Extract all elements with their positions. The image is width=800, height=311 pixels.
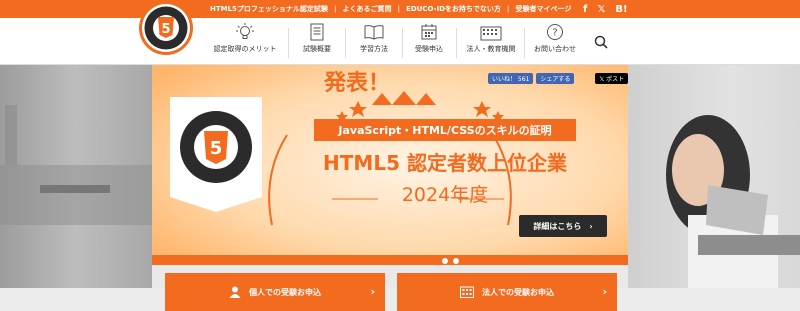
cta-label: 法人での受験お申込 (482, 287, 554, 297)
divider (402, 28, 403, 58)
divider: | (397, 5, 401, 13)
x-post-button[interactable]: 𝕏 ポスト (595, 73, 628, 84)
calendar-icon (420, 22, 438, 42)
nav-item-exam-overview[interactable]: 試験概要 (292, 22, 342, 62)
hero-background-left (0, 65, 152, 288)
individual-application-button[interactable]: 個人での受験お申込 › (165, 273, 385, 311)
carousel-dot[interactable] (442, 258, 448, 264)
announcement-text: 発表！ (324, 71, 391, 96)
nav-label: 認定取得のメリット (213, 45, 277, 53)
nav-item-merit[interactable]: 認定取得のメリット (205, 22, 285, 62)
sns-links: f 𝕏 B! (583, 0, 628, 18)
hatena-bookmark-icon[interactable]: B! (615, 4, 627, 15)
details-button-label: 詳細はこちら (533, 221, 582, 231)
site-logo[interactable]: 5 (138, 0, 194, 56)
top-link-mypage[interactable]: 受験者マイページ (509, 4, 577, 14)
chevron-right-icon: › (589, 221, 593, 231)
nav-label: 受験申込 (415, 45, 443, 53)
search-icon[interactable] (594, 34, 608, 53)
x-icon[interactable]: 𝕏 (597, 4, 605, 15)
skill-ribbon: JavaScript・HTML/CSSのスキルの証明 (314, 119, 576, 141)
nav-item-application[interactable]: 受験申込 (405, 22, 453, 62)
chevron-right-icon: › (370, 285, 375, 298)
nav-item-corporate[interactable]: 法人・教育機関 (460, 22, 522, 62)
divider: | (333, 5, 337, 13)
cta-label: 個人での受験お申込 (249, 287, 321, 297)
top-link-html5-exam[interactable]: HTML5プロフェッショナル認定試験 (204, 4, 334, 14)
top-bar: HTML5プロフェッショナル認定試験 | よくあるご質問 | EDUCO-IDを… (0, 0, 800, 18)
hero-title: HTML5 認定者数上位企業 (323, 151, 567, 175)
top-link-educo-id[interactable]: EDUCO-IDをお持ちでない方 (400, 4, 507, 14)
svg-text:5: 5 (161, 22, 170, 37)
nav-item-contact[interactable]: ? お問い合わせ (527, 22, 583, 62)
svg-text:5: 5 (210, 138, 223, 159)
hero-carousel: 5 発表！ いいね！ 561 シェアする 𝕏 ポスト JavaScript・HT… (0, 65, 800, 288)
carousel-indicators (431, 258, 459, 264)
nav-label: 学習方法 (360, 45, 388, 53)
carousel-dot[interactable] (431, 258, 437, 264)
html5-certification-badge: 5 (170, 97, 262, 212)
carousel-dot[interactable] (453, 258, 459, 264)
svg-text:?: ? (552, 28, 557, 39)
chevron-right-icon: › (602, 285, 607, 298)
facebook-icon[interactable]: f (583, 4, 587, 15)
nav-label: お問い合わせ (534, 45, 576, 53)
facebook-share-button[interactable]: シェアする (536, 73, 575, 84)
nav-label: 試験概要 (303, 45, 331, 53)
nav-label: 法人・教育機関 (466, 45, 516, 53)
document-icon (309, 22, 325, 42)
divider (345, 28, 346, 58)
details-button[interactable]: 詳細はこちら › (519, 215, 607, 237)
hero-year: 2024年度 (401, 184, 489, 206)
divider (288, 28, 289, 58)
share-buttons: いいね！ 561 シェアする 𝕏 ポスト (488, 73, 628, 84)
hero-background-photo (628, 65, 800, 288)
person-icon (229, 286, 241, 298)
top-link-faq[interactable]: よくあるご質問 (337, 4, 398, 14)
divider (524, 28, 525, 58)
lightbulb-icon (235, 22, 255, 42)
building-icon (480, 22, 502, 42)
building-icon (460, 286, 474, 298)
top-links: HTML5プロフェッショナル認定試験 | よくあるご質問 | EDUCO-IDを… (204, 0, 577, 18)
question-icon: ? (546, 22, 564, 42)
facebook-like-button[interactable]: いいね！ 561 (488, 73, 534, 84)
corporate-application-button[interactable]: 法人での受験お申込 › (397, 273, 617, 311)
divider (456, 28, 457, 58)
main-nav: 認定取得のメリット 試験概要 学習方法 受験申込 法人・教育機関 ? お問い合わ… (0, 18, 800, 65)
nav-item-study-method[interactable]: 学習方法 (349, 22, 399, 62)
hero-banner-slide[interactable]: 5 発表！ いいね！ 561 シェアする 𝕏 ポスト JavaScript・HT… (152, 65, 628, 265)
divider: | (506, 5, 510, 13)
book-icon (364, 22, 384, 42)
